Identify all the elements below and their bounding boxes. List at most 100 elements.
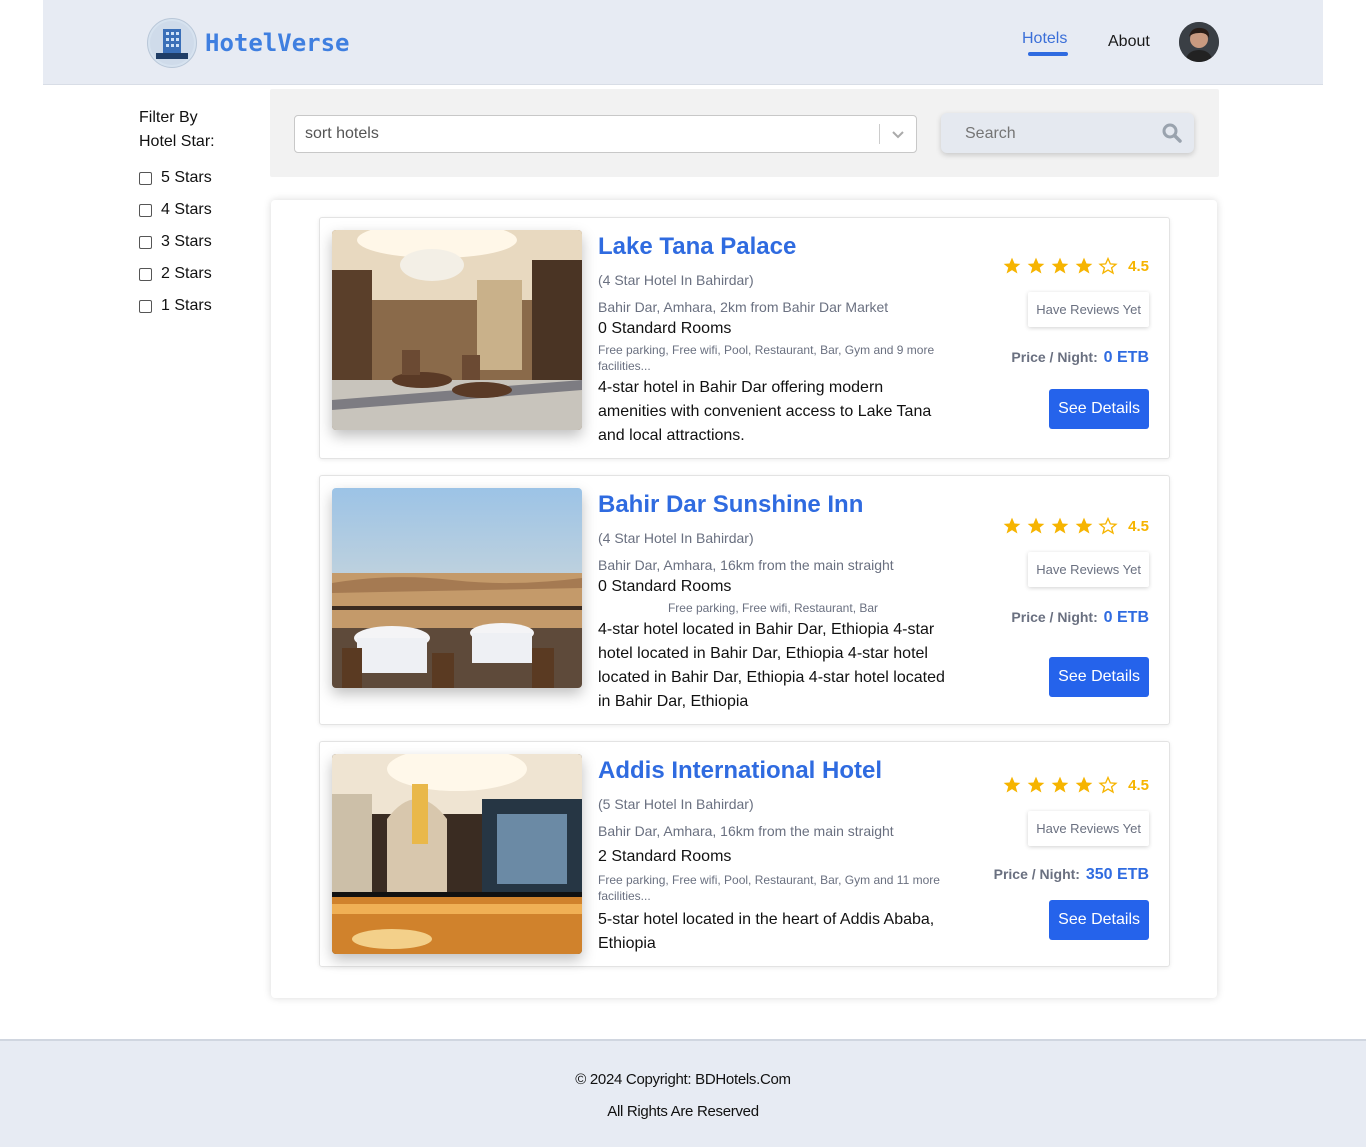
filter-title: Filter By Hotel Star: — [139, 109, 215, 150]
price-value: 350 ETB — [1085, 866, 1149, 883]
footer-rights: All Rights Are Reserved — [607, 1103, 759, 1120]
nav-about-link[interactable]: About — [1108, 33, 1150, 51]
star-filled-icon — [1075, 257, 1093, 274]
rating-value: 4.5 — [1128, 517, 1149, 535]
filter-option-4-stars[interactable]: 4 Stars — [139, 194, 239, 226]
star-filled-icon — [1027, 517, 1045, 534]
filter-option-label: 2 Stars — [161, 265, 212, 282]
star-filled-icon — [1027, 776, 1045, 793]
star-filled-icon — [1075, 517, 1093, 534]
star-rating: 4.5 — [969, 256, 1149, 276]
see-details-button[interactable]: See Details — [1049, 389, 1149, 429]
nav-hotels-link[interactable]: Hotels — [1022, 30, 1067, 48]
see-details-button[interactable]: See Details — [1049, 657, 1149, 697]
hotel-rooms: 2 Standard Rooms — [598, 848, 732, 865]
hotel-name[interactable]: Bahir Dar Sunshine Inn — [598, 486, 948, 524]
price-row: Price / Night: 0 ETB — [969, 349, 1149, 367]
reviews-badge: Have Reviews Yet — [1028, 552, 1149, 587]
checkbox[interactable] — [139, 171, 152, 185]
star-filled-icon — [1003, 517, 1021, 534]
filter-option-2-stars[interactable]: 2 Stars — [139, 258, 239, 290]
reviews-badge: Have Reviews Yet — [1028, 292, 1149, 327]
filter-option-label: 1 Stars — [161, 297, 212, 314]
star-filled-icon — [1051, 776, 1069, 793]
hotel-location: Bahir Dar, Amhara, 2km from Bahir Dar Ma… — [598, 299, 889, 315]
brand-name: HotelVerse — [205, 29, 350, 57]
checkbox[interactable] — [139, 235, 152, 249]
chevron-down-icon[interactable] — [890, 126, 906, 142]
hotel-image[interactable] — [332, 754, 582, 954]
star-filter-panel: Filter By Hotel Star: 5 Stars 4 Stars 3 … — [139, 106, 239, 322]
hotel-card: Lake Tana Palace (4 Star Hotel In Bahird… — [319, 217, 1170, 459]
price-label: Price / Night: — [1011, 609, 1098, 625]
checkbox[interactable] — [139, 267, 152, 281]
hotel-star-subtitle: (4 Star Hotel In Bahirdar) — [598, 530, 754, 546]
hotel-rooms: 0 Standard Rooms — [598, 320, 732, 337]
rating-value: 4.5 — [1128, 776, 1149, 794]
hotel-rating-price: 4.5 Have Reviews Yet Price / Night: 0 ET… — [969, 256, 1149, 429]
hotel-facilities: Free parking, Free wifi, Pool, Restauran… — [598, 873, 940, 903]
sort-placeholder: sort hotels — [305, 125, 379, 142]
rating-value: 4.5 — [1128, 257, 1149, 275]
hotel-rating-price: 4.5 Have Reviews Yet Price / Night: 0 ET… — [969, 516, 1149, 697]
reviews-badge: Have Reviews Yet — [1028, 811, 1149, 846]
checkbox[interactable] — [139, 299, 152, 313]
star-filled-icon — [1003, 257, 1021, 274]
star-outline-icon — [1098, 516, 1118, 535]
star-filled-icon — [1027, 257, 1045, 274]
star-filled-icon — [1003, 776, 1021, 793]
hotel-logo-icon — [147, 18, 197, 68]
hotel-image[interactable] — [332, 488, 582, 688]
active-nav-indicator — [1028, 52, 1068, 56]
price-row: Price / Night: 0 ETB — [969, 609, 1149, 627]
hotel-facilities: Free parking, Free wifi, Restaurant, Bar — [667, 601, 879, 615]
hotel-info: Addis International Hotel (5 Star Hotel … — [598, 752, 948, 956]
price-value: 0 ETB — [1103, 609, 1149, 626]
select-separator — [879, 124, 880, 144]
search-icon[interactable] — [1162, 123, 1182, 143]
footer: © 2024 Copyright: BDHotels.Com All Right… — [0, 1039, 1366, 1147]
hotel-name[interactable]: Lake Tana Palace — [598, 228, 948, 266]
footer-copyright: © 2024 Copyright: BDHotels.Com — [575, 1071, 791, 1088]
star-filled-icon — [1051, 257, 1069, 274]
hotel-description: 4-star hotel in Bahir Dar offering moder… — [598, 379, 932, 444]
filter-option-label: 4 Stars — [161, 201, 212, 218]
search-input[interactable] — [965, 125, 1145, 143]
star-outline-icon — [1098, 256, 1118, 275]
filter-option-1-stars[interactable]: 1 Stars — [139, 290, 239, 322]
user-avatar[interactable] — [1179, 22, 1219, 62]
price-label: Price / Night: — [1011, 349, 1098, 365]
brand[interactable]: HotelVerse — [147, 18, 350, 68]
hotel-card: Bahir Dar Sunshine Inn (4 Star Hotel In … — [319, 475, 1170, 725]
sort-hotels-select[interactable]: sort hotels — [294, 115, 917, 153]
star-filled-icon — [1075, 776, 1093, 793]
star-rating: 4.5 — [969, 775, 1149, 795]
hotel-description: 4-star hotel located in Bahir Dar, Ethio… — [598, 621, 945, 710]
price-value: 0 ETB — [1103, 349, 1149, 366]
hotel-info: Lake Tana Palace (4 Star Hotel In Bahird… — [598, 228, 948, 448]
filter-option-5-stars[interactable]: 5 Stars — [139, 162, 239, 194]
hotel-name[interactable]: Addis International Hotel — [598, 752, 948, 790]
hotel-rating-price: 4.5 Have Reviews Yet Price / Night: 350 … — [969, 775, 1149, 940]
hotel-card: Addis International Hotel (5 Star Hotel … — [319, 741, 1170, 967]
hotel-star-subtitle: (5 Star Hotel In Bahirdar) — [598, 796, 754, 812]
see-details-button[interactable]: See Details — [1049, 900, 1149, 940]
price-row: Price / Night: 350 ETB — [969, 866, 1149, 884]
filter-option-3-stars[interactable]: 3 Stars — [139, 226, 239, 258]
search-box[interactable] — [941, 113, 1194, 153]
hotel-location: Bahir Dar, Amhara, 16km from the main st… — [598, 557, 894, 573]
hotel-star-subtitle: (4 Star Hotel In Bahirdar) — [598, 272, 754, 288]
star-outline-icon — [1098, 775, 1118, 794]
hotel-rooms: 0 Standard Rooms — [598, 578, 732, 595]
hotel-image[interactable] — [332, 230, 582, 430]
star-rating: 4.5 — [969, 516, 1149, 536]
price-label: Price / Night: — [993, 866, 1080, 882]
star-filled-icon — [1051, 517, 1069, 534]
hotel-description: 5-star hotel located in the heart of Add… — [598, 911, 935, 952]
hotel-info: Bahir Dar Sunshine Inn (4 Star Hotel In … — [598, 486, 948, 714]
sort-search-panel: sort hotels — [270, 89, 1219, 177]
hotel-list: Lake Tana Palace (4 Star Hotel In Bahird… — [271, 200, 1217, 998]
filter-option-label: 3 Stars — [161, 233, 212, 250]
hotel-facilities: Free parking, Free wifi, Pool, Restauran… — [598, 343, 935, 373]
checkbox[interactable] — [139, 203, 152, 217]
